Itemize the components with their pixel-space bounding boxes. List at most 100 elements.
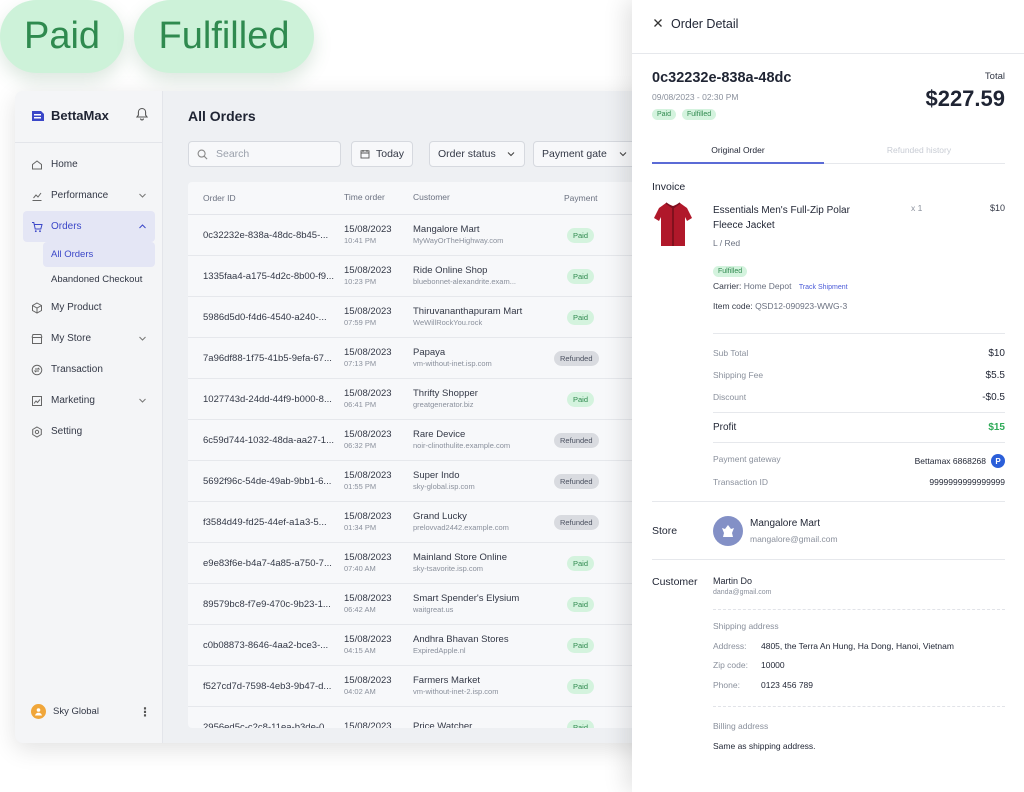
column-header-order-id[interactable]: Order ID xyxy=(188,193,344,203)
sidebar-item-transaction[interactable]: Transaction xyxy=(15,354,163,385)
column-header-time[interactable]: Time order xyxy=(344,192,413,203)
payment-status-badge: Paid xyxy=(567,268,595,284)
billing-address-value: Same as shipping address. xyxy=(713,741,816,751)
search-input[interactable]: Search xyxy=(188,141,341,167)
table-row[interactable]: 2956ed5c-c2c8-11ea-b3de-0... 15/08/2023 Pr… xyxy=(188,707,648,728)
customer-cell: Mainland Store Online sky-tsavorite.isp.c… xyxy=(413,552,554,575)
sidebar-item-home[interactable]: Home xyxy=(15,149,163,180)
sidebar-subitem-abandoned-checkout[interactable]: Abandoned Checkout xyxy=(15,267,163,292)
bell-icon[interactable] xyxy=(135,107,149,121)
table-row[interactable]: 6c59d744-1032-48da-aa27-1... 15/08/2023 06… xyxy=(188,420,648,461)
drawer-header: Order Detail xyxy=(632,0,1024,54)
chevron-down-icon xyxy=(507,152,515,157)
orders-table: Order ID Time order Customer Payment 0c3… xyxy=(188,182,648,728)
customer-cell: Papaya vm-without-inet.isp.com xyxy=(413,347,554,370)
order-status-filter[interactable]: Order status xyxy=(429,141,525,167)
app-window: BettaMax Home Performance Orders All Ord… xyxy=(15,91,675,743)
table-row[interactable]: 5692f96c-54de-49ab-9bb1-6... 15/08/2023 01… xyxy=(188,461,648,502)
order-time-text: 01:34 PM xyxy=(344,523,377,533)
payment-status-badge: Refunded xyxy=(554,473,599,489)
sidebar-item-label: Home xyxy=(51,159,78,170)
table-row[interactable]: f3584d49-fd25-44ef-a1a3-5... 15/08/2023 01… xyxy=(188,502,648,543)
order-id-cell: f527cd7d-7598-4eb3-9b47-d... xyxy=(203,680,332,692)
payment-status-badge: Refunded xyxy=(554,514,599,530)
subtotal-label: Sub Total xyxy=(713,348,749,358)
kebab-menu-icon[interactable]: ⋮ xyxy=(139,705,151,719)
track-shipment-link[interactable]: Track Shipment xyxy=(799,284,848,291)
payment-status-badge: Paid xyxy=(567,596,595,612)
transaction-id-row: Transaction ID 9999999999999999 xyxy=(713,477,1005,487)
chevron-down-icon xyxy=(139,193,146,198)
item-status: Fulfilled xyxy=(713,260,748,278)
brand[interactable]: BettaMax xyxy=(31,108,109,123)
customer-name-text: Thrifty Shopper xyxy=(413,387,478,399)
shipping-fee-row: Shipping Fee $5.5 xyxy=(713,370,1005,381)
customer-cell: Mangalore Mart MyWayOrTheHighway.com xyxy=(413,224,554,247)
order-date-text: 15/08/2023 xyxy=(344,346,392,358)
sidebar-item-performance[interactable]: Performance xyxy=(15,180,163,211)
address-label: Address: xyxy=(713,641,747,651)
item-fulfilled-badge: Fulfilled xyxy=(713,266,748,277)
user-icon xyxy=(35,708,42,716)
sidebar-item-my-product[interactable]: My Product xyxy=(15,292,163,323)
sidebar-item-label: My Store xyxy=(51,333,92,344)
customer-site-text: WeWillRockYou.rock xyxy=(413,318,483,328)
tab-refunded-history[interactable]: Refunded history xyxy=(833,145,1005,155)
payment-status-badge: Refunded xyxy=(554,432,599,448)
date-filter-button[interactable]: Today xyxy=(351,141,414,167)
order-time-text: 04:15 AM xyxy=(344,646,376,656)
sidebar-subitem-all-orders[interactable]: All Orders xyxy=(43,242,155,267)
sidebar-divider xyxy=(15,142,163,143)
table-row[interactable]: 0c32232e-838a-48dc-8b45-... 15/08/2023 10:… xyxy=(188,215,648,256)
customer-site-text: noir-clinothulite.example.com xyxy=(413,441,511,451)
customer-name-text: Andhra Bhavan Stores xyxy=(413,633,509,645)
tab-original-order[interactable]: Original Order xyxy=(652,145,824,155)
customer-cell: Super Indo sky-global.isp.com xyxy=(413,470,554,493)
table-row[interactable]: f527cd7d-7598-4eb3-9b47-d... 15/08/2023 04… xyxy=(188,666,648,707)
customer-cell: Smart Spender's Elysium waitgreat.us xyxy=(413,593,554,616)
order-id-cell: 2956ed5c-c2c8-11ea-b3de-0... xyxy=(203,721,333,729)
customer-cell: Thrifty Shopper greatgenerator.biz xyxy=(413,388,554,411)
customer-name-text: Papaya xyxy=(413,346,446,358)
sidebar-item-my-store[interactable]: My Store xyxy=(15,323,163,354)
chevron-down-icon xyxy=(139,336,146,341)
sidebar-item-setting[interactable]: Setting xyxy=(15,416,163,447)
sidebar-user[interactable]: Sky Global ⋮ xyxy=(31,704,155,719)
customer-name-text: Thiruvananthapuram Mart xyxy=(413,305,523,317)
table-row[interactable]: 7a96df88-1f75-41b5-9efa-67... 15/08/2023 0… xyxy=(188,338,648,379)
close-icon[interactable] xyxy=(652,17,664,29)
table-row[interactable]: 1335faa4-a175-4d2c-8b00-f9... 15/08/2023 1… xyxy=(188,256,648,297)
customer-site-text: greatgenerator.biz xyxy=(413,400,474,410)
store-icon xyxy=(31,333,43,344)
order-id-cell: 1335faa4-a175-4d2c-8b00-f9... xyxy=(203,270,334,282)
time-cell: 15/08/2023 07:13 PM xyxy=(344,347,413,370)
table-row[interactable]: 1027743d-24dd-44f9-b000-8... 15/08/2023 06… xyxy=(188,379,648,420)
table-row[interactable]: 5986d5d0-f4d6-4540-a240-... 15/08/2023 07:… xyxy=(188,297,648,338)
order-id-cell: f3584d49-fd25-44ef-a1a3-5... xyxy=(203,516,327,528)
payment-gateway-filter[interactable]: Payment gate xyxy=(533,141,637,167)
store-heading: Store xyxy=(652,525,678,537)
transaction-id-value: 9999999999999999 xyxy=(929,477,1005,487)
table-row[interactable]: 89579bc8-f7e9-470c-9b23-1... 15/08/2023 06… xyxy=(188,584,648,625)
date-filter-label: Today xyxy=(376,148,405,160)
customer-site-text: bluebonnet-alexandrite.exam... xyxy=(413,277,516,287)
time-cell: 15/08/2023 xyxy=(344,721,413,728)
column-header-customer[interactable]: Customer xyxy=(413,192,554,203)
item-code-value: QSD12-090923-WWG-3 xyxy=(755,301,848,311)
table-row[interactable]: e9e83f6e-b4a7-4a85-a750-7... 15/08/2023 07… xyxy=(188,543,648,584)
address-line: Address: 4805, the Terra An Hung, Ha Dong… xyxy=(713,641,954,651)
customer-name-text: Mangalore Mart xyxy=(413,223,480,235)
sidebar-item-orders[interactable]: Orders xyxy=(23,211,155,242)
item-quantity: x 1 xyxy=(911,203,923,213)
order-id-cell: 7a96df88-1f75-41b5-9efa-67... xyxy=(203,352,332,364)
sidebar-item-label: Orders xyxy=(51,221,82,232)
active-tab-indicator xyxy=(652,162,824,164)
payment-status-badge: Paid xyxy=(567,391,595,407)
table-row[interactable]: c0b08873-8646-4aa2-bce3-... 15/08/2023 04:… xyxy=(188,625,648,666)
sidebar-item-marketing[interactable]: Marketing xyxy=(15,385,163,416)
customer-name: Martin Do xyxy=(713,576,753,586)
phone-label: Phone: xyxy=(713,680,740,690)
order-date-text: 15/08/2023 xyxy=(344,674,392,686)
time-cell: 15/08/2023 07:59 PM xyxy=(344,306,413,329)
payment-gateway-label: Payment gate xyxy=(542,148,607,160)
